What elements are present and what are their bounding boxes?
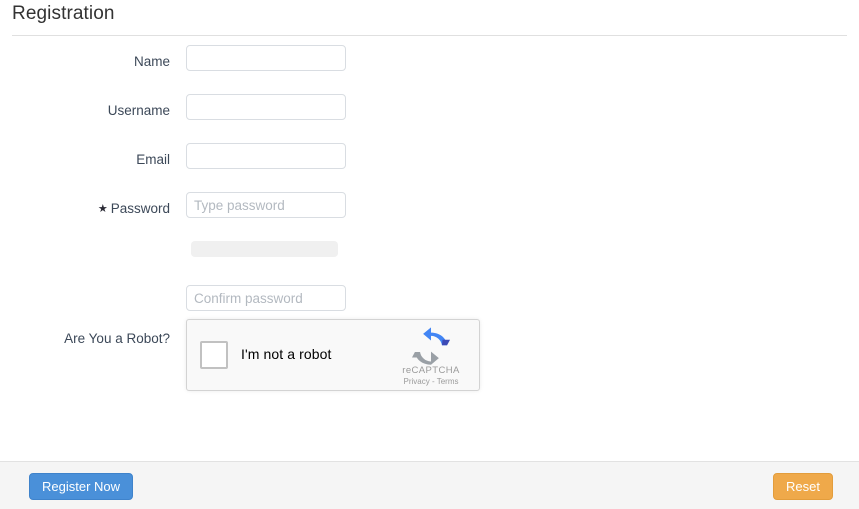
register-now-button[interactable]: Register Now bbox=[29, 473, 134, 500]
title-divider bbox=[12, 35, 847, 36]
recaptcha-widget[interactable]: I'm not a robot reCAPTCHA Privacy - Term… bbox=[186, 319, 480, 391]
username-input[interactable] bbox=[186, 94, 346, 120]
form-row-captcha: Are You a Robot? I'm not a robot reCAPTC… bbox=[0, 319, 859, 411]
field-wrap-confirm-password bbox=[186, 285, 346, 311]
password-strength-meter bbox=[191, 241, 338, 257]
recaptcha-checkbox[interactable] bbox=[200, 341, 228, 369]
reset-button[interactable]: Reset bbox=[773, 473, 833, 500]
required-star-icon: ★ bbox=[97, 203, 108, 215]
email-input[interactable] bbox=[186, 143, 346, 169]
label-are-you-a-robot: Are You a Robot? bbox=[64, 331, 170, 346]
label-username: Username bbox=[107, 103, 170, 118]
form-row-email: Email bbox=[0, 143, 859, 192]
password-input[interactable] bbox=[186, 192, 346, 218]
label-name: Name bbox=[133, 54, 170, 69]
recaptcha-logo-icon bbox=[411, 327, 451, 365]
name-input[interactable] bbox=[186, 45, 346, 71]
confirm-password-input[interactable] bbox=[186, 285, 346, 311]
form-row-password: ★ Password bbox=[0, 192, 859, 241]
recaptcha-brand-name: reCAPTCHA bbox=[402, 365, 460, 376]
label-password-text: Password bbox=[110, 201, 170, 216]
form-row-name: Name bbox=[0, 45, 859, 94]
page-title: Registration bbox=[12, 3, 115, 24]
recaptcha-branding: reCAPTCHA Privacy - Terms bbox=[394, 326, 468, 386]
field-wrap-password bbox=[186, 192, 346, 218]
field-wrap-username bbox=[186, 94, 346, 120]
form-footer: Register Now Reset bbox=[0, 461, 859, 509]
password-strength-row bbox=[0, 241, 859, 285]
registration-page: Registration Name Username Email ★ Passw… bbox=[0, 0, 859, 509]
label-email: Email bbox=[136, 152, 170, 167]
field-wrap-name bbox=[186, 45, 346, 71]
recaptcha-checkbox-label: I'm not a robot bbox=[241, 346, 332, 362]
form-row-username: Username bbox=[0, 94, 859, 143]
recaptcha-legal-links[interactable]: Privacy - Terms bbox=[394, 377, 468, 386]
label-password: ★ Password bbox=[0, 201, 170, 217]
registration-form: Name Username Email ★ Password Type pass… bbox=[0, 45, 859, 411]
field-wrap-email bbox=[186, 143, 346, 169]
